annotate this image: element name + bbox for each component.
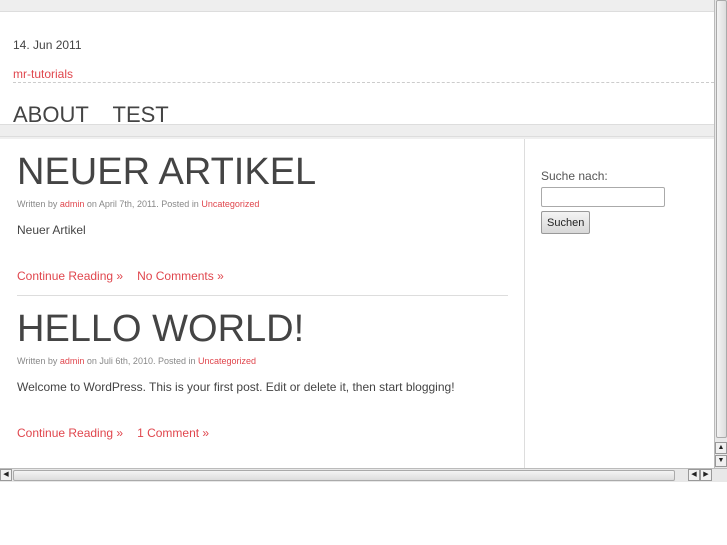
post-excerpt: Welcome to WordPress. This is your first… [17,380,455,394]
main-nav: ABOUT TEST [13,102,187,128]
continue-reading-link[interactable]: Continue Reading » [17,269,123,283]
search-label: Suche nach: [541,169,608,183]
horizontal-scrollbar[interactable]: ◀ ◀ ▶ [0,468,727,482]
post-title[interactable]: HELLO WORLD! [17,308,508,350]
nav-item-about[interactable]: ABOUT [13,102,89,127]
header-date: 14. Jun 2011 [13,38,82,52]
header-divider [13,82,714,83]
scroll-left-icon[interactable]: ◀ [0,469,12,481]
continue-reading-link[interactable]: Continue Reading » [17,426,123,440]
post-meta: Written by admin on April 7th, 2011. Pos… [17,199,508,209]
meta-date: on April 7th, 2011. Posted in [86,199,199,209]
scroll-right-icon[interactable]: ▶ [700,469,712,481]
author-link[interactable]: admin [60,356,85,366]
category-link[interactable]: Uncategorized [201,199,259,209]
post-list: NEUER ARTIKEL Written by admin on April … [17,139,508,440]
vertical-scroll-thumb[interactable] [716,0,727,438]
post: HELLO WORLD! Written by admin on Juli 6t… [17,308,508,440]
scroll-down-icon[interactable]: ▼ [715,455,727,467]
meta-date: on Juli 6th, 2010. Posted in [86,356,196,366]
post-links: Continue Reading » No Comments » [17,269,508,283]
comments-link[interactable]: No Comments » [137,269,224,283]
content-area: NEUER ARTIKEL Written by admin on April … [0,139,714,468]
category-link[interactable]: Uncategorized [198,356,256,366]
top-band [0,0,714,12]
sidebar-search: Suche nach: Suchen [541,169,665,234]
post: NEUER ARTIKEL Written by admin on April … [17,151,508,296]
post-title[interactable]: NEUER ARTIKEL [17,151,508,193]
site-name-link[interactable]: mr-tutorials [13,67,73,81]
scroll-left-end-icon[interactable]: ◀ [688,469,700,481]
search-button[interactable]: Suchen [541,211,591,234]
comments-link[interactable]: 1 Comment » [137,426,209,440]
vertical-scrollbar[interactable]: ▲ ▼ [714,0,727,468]
post-links: Continue Reading » 1 Comment » [17,426,508,440]
scroll-up-icon[interactable]: ▲ [715,442,727,454]
nav-item-test[interactable]: TEST [113,102,169,127]
post-excerpt: Neuer Artikel [17,223,86,237]
meta-written-by: Written by [17,356,58,366]
post-meta: Written by admin on Juli 6th, 2010. Post… [17,356,508,366]
meta-written-by: Written by [17,199,58,209]
sidebar-divider [524,139,525,468]
site-header: 14. Jun 2011 mr-tutorials ABOUT TEST [0,12,714,128]
search-input[interactable] [541,187,665,207]
horizontal-scroll-thumb[interactable] [13,470,675,481]
post-divider [17,295,508,296]
author-link[interactable]: admin [60,199,85,209]
